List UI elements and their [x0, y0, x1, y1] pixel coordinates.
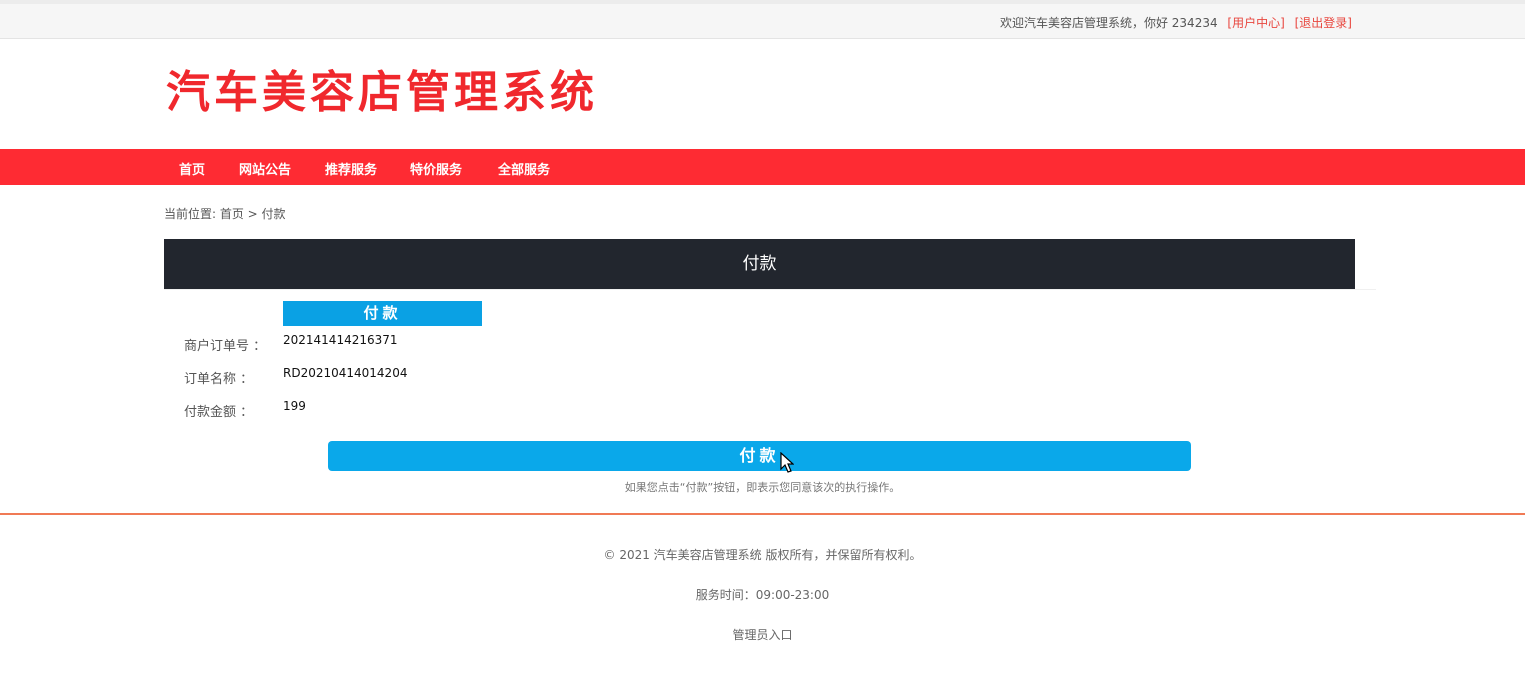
copyright-text: © 2021 汽车美容店管理系统 版权所有，并保留所有权利。 [603, 548, 922, 562]
nav-item-announcements[interactable]: 网站公告 [239, 159, 291, 178]
order-name-label: 订单名称 ： [184, 372, 254, 387]
breadcrumb: 当前位置: 首页 > 付款 [164, 207, 286, 221]
page-title: 付款 [164, 239, 1355, 289]
top-bar: 欢迎汽车美容店管理系统，你好 234234 [用户中心] [退出登录] [0, 0, 1525, 39]
site-logo[interactable]: 汽车美容店管理系统 [166, 56, 598, 120]
payment-amount-value: 199 [283, 399, 306, 413]
nav-item-special-offers[interactable]: 特价服务 [410, 159, 462, 178]
nav-item-recommended[interactable]: 推荐服务 [325, 159, 377, 178]
order-name-value: RD20210414014204 [283, 366, 408, 380]
payment-section-header: 付款 [283, 301, 482, 326]
divider [164, 289, 1376, 290]
logout-link[interactable]: [退出登录] [1295, 16, 1352, 30]
payment-amount-label: 付款金额 ： [184, 405, 254, 420]
mouse-cursor-icon [780, 452, 794, 473]
order-number-label: 商户订单号 ： [184, 339, 267, 354]
order-number-value: 202141414216371 [283, 333, 398, 347]
footer-divider [0, 513, 1525, 515]
main-nav: 首页 网站公告 推荐服务 特价服务 全部服务 [0, 149, 1525, 185]
user-center-link[interactable]: [用户中心] [1227, 16, 1284, 30]
welcome-text: 欢迎汽车美容店管理系统，你好 234234 [999, 16, 1218, 30]
top-bar-content: 欢迎汽车美容店管理系统，你好 234234 [用户中心] [退出登录] [1000, 14, 1352, 31]
pay-button[interactable]: 付款 [328, 441, 1191, 471]
nav-item-home[interactable]: 首页 [179, 159, 205, 178]
admin-entry-link[interactable]: 管理员入口 [0, 626, 1525, 643]
nav-item-all-services[interactable]: 全部服务 [498, 159, 550, 178]
service-hours-text: 服务时间：09:00-23:00 [695, 588, 830, 602]
payment-note: 如果您点击“付款”按钮，即表示您同意该次的执行操作。 [624, 481, 901, 494]
